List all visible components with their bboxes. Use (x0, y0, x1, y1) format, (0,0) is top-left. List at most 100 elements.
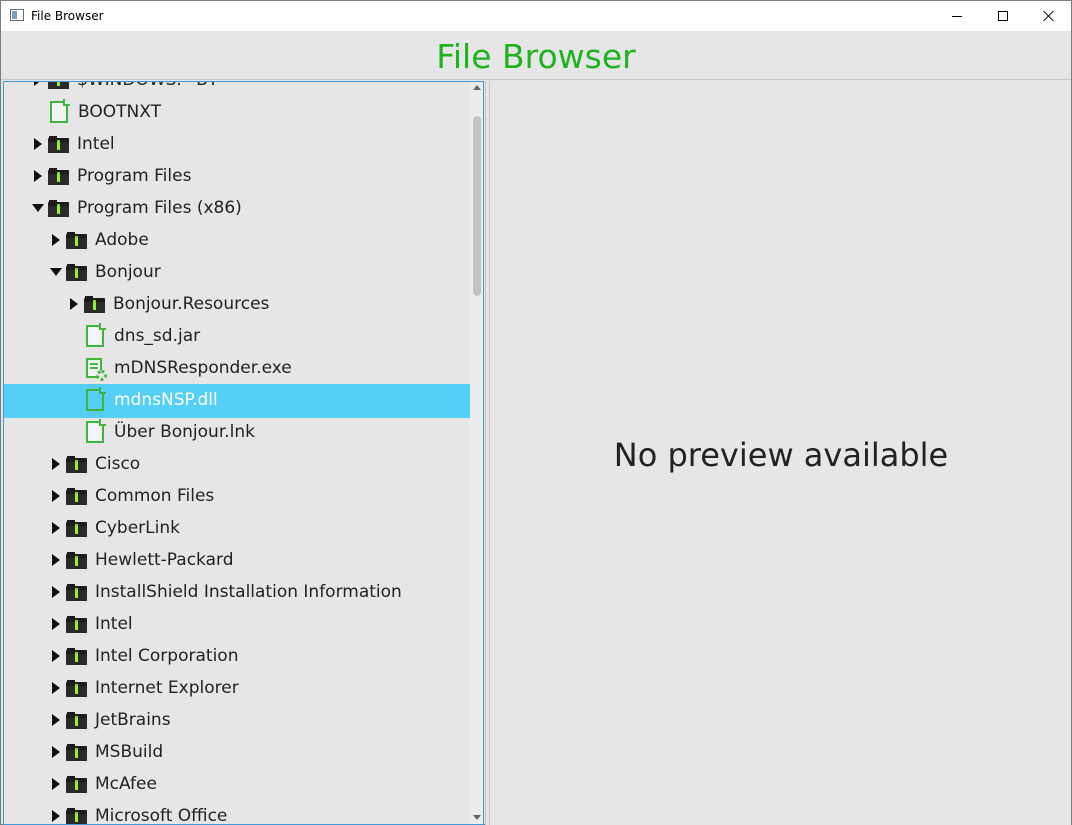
tree-item-label: Bonjour.Resources (113, 294, 270, 314)
tree-item-label: Program Files (77, 166, 192, 186)
folder-icon (66, 744, 87, 761)
tree-item-label: Cisco (95, 454, 141, 474)
tree-folder-row[interactable]: Intel (4, 608, 470, 640)
maximize-button[interactable] (980, 1, 1026, 31)
tree-folder-row[interactable]: $WINDOWS.~BT (4, 82, 470, 96)
file-tree-pane[interactable]: $WINDOWS.~BT BOOTNXT Intel Program Files Pro… (3, 81, 484, 825)
tree-item-label: Bonjour (95, 262, 161, 282)
preview-pane: No preview available (489, 81, 1071, 825)
close-button[interactable] (1026, 1, 1072, 31)
folder-icon (66, 680, 87, 697)
tree-item-label: dns_sd.jar (114, 326, 201, 346)
tree-folder-row[interactable]: Microsoft Office (4, 800, 470, 825)
window-title: File Browser (31, 9, 104, 23)
tree-folder-row[interactable]: Intel Corporation (4, 640, 470, 672)
tree-item-label: Über Bonjour.lnk (114, 422, 255, 442)
app-window-icon (10, 9, 24, 21)
tree-item-label: CyberLink (95, 518, 180, 538)
expand-down-arrow-icon[interactable] (50, 268, 62, 276)
collapse-right-arrow-icon[interactable] (52, 682, 60, 694)
folder-icon (66, 264, 87, 281)
tree-folder-row[interactable]: Cisco (4, 448, 470, 480)
tree-folder-row[interactable]: CyberLink (4, 512, 470, 544)
minimize-button[interactable] (934, 1, 980, 31)
collapse-right-arrow-icon[interactable] (34, 170, 42, 182)
file-icon (86, 387, 106, 411)
collapse-right-arrow-icon[interactable] (52, 234, 60, 246)
tree-folder-row[interactable]: Program Files (4, 160, 470, 192)
tree-item-label: MSBuild (95, 742, 164, 762)
folder-icon (48, 200, 69, 217)
tree-vertical-scrollbar[interactable] (470, 82, 483, 824)
file-icon (86, 419, 106, 443)
collapse-right-arrow-icon[interactable] (52, 650, 60, 662)
maximize-icon (998, 11, 1008, 21)
folder-icon (66, 616, 87, 633)
tree-file-row[interactable]: BOOTNXT (4, 96, 470, 128)
tree-item-label: InstallShield Installation Information (95, 582, 402, 602)
scroll-up-arrow-icon[interactable] (473, 85, 481, 90)
tree-item-label: McAfee (95, 774, 157, 794)
tree-folder-row[interactable]: Hewlett-Packard (4, 544, 470, 576)
folder-icon (48, 168, 69, 185)
folder-icon (66, 232, 87, 249)
page-title: File Browser (436, 37, 636, 76)
folder-icon (48, 136, 69, 153)
collapse-right-arrow-icon[interactable] (52, 554, 60, 566)
folder-icon (66, 648, 87, 665)
collapse-right-arrow-icon[interactable] (52, 522, 60, 534)
title-bar[interactable]: File Browser (1, 1, 1071, 31)
collapse-right-arrow-icon[interactable] (34, 138, 42, 150)
minimize-icon (952, 15, 962, 17)
collapse-right-arrow-icon[interactable] (34, 82, 42, 86)
folder-icon (66, 808, 87, 824)
tree-folder-row[interactable]: Bonjour (4, 256, 470, 288)
scroll-down-arrow-icon[interactable] (473, 815, 481, 820)
tree-folder-row[interactable]: InstallShield Installation Information (4, 576, 470, 608)
tree-item-label: Microsoft Office (95, 806, 228, 825)
tree-folder-row[interactable]: MSBuild (4, 736, 470, 768)
collapse-right-arrow-icon[interactable] (52, 490, 60, 502)
file-icon (86, 323, 106, 347)
tree-item-label: mdnsNSP.dll (114, 390, 218, 410)
tree-folder-row[interactable]: Bonjour.Resources (4, 288, 470, 320)
tree-folder-row[interactable]: Adobe (4, 224, 470, 256)
collapse-right-arrow-icon[interactable] (52, 586, 60, 598)
preview-message: No preview available (613, 436, 949, 474)
collapse-right-arrow-icon[interactable] (52, 618, 60, 630)
collapse-right-arrow-icon[interactable] (52, 714, 60, 726)
tree-item-label: Intel (77, 134, 115, 154)
collapse-right-arrow-icon[interactable] (52, 458, 60, 470)
scroll-thumb[interactable] (473, 116, 481, 296)
tree-item-label: Internet Explorer (95, 678, 239, 698)
file-icon (50, 99, 70, 123)
tree-item-label: Common Files (95, 486, 215, 506)
tree-folder-row[interactable]: Common Files (4, 480, 470, 512)
tree-item-label: BOOTNXT (78, 102, 161, 122)
tree-folder-row[interactable]: Intel (4, 128, 470, 160)
file-browser-window: File Browser File Browser $WINDOWS.~BT BO… (0, 0, 1072, 825)
tree-file-row[interactable]: mDNSResponder.exe (4, 352, 470, 384)
collapse-right-arrow-icon[interactable] (52, 746, 60, 758)
tree-folder-row[interactable]: McAfee (4, 768, 470, 800)
tree-item-label: Hewlett-Packard (95, 550, 234, 570)
folder-icon (66, 584, 87, 601)
collapse-right-arrow-icon[interactable] (52, 810, 60, 822)
tree-folder-row[interactable]: JetBrains (4, 704, 470, 736)
collapse-right-arrow-icon[interactable] (70, 298, 78, 310)
collapse-right-arrow-icon[interactable] (52, 778, 60, 790)
tree-item-label: $WINDOWS.~BT (77, 82, 218, 90)
expand-down-arrow-icon[interactable] (32, 204, 44, 212)
tree-file-row[interactable]: mdnsNSP.dll (4, 384, 470, 418)
tree-folder-row[interactable]: Program Files (x86) (4, 192, 470, 224)
tree-file-row[interactable]: Über Bonjour.lnk (4, 416, 470, 448)
tree-item-label: mDNSResponder.exe (114, 358, 292, 378)
app-header: File Browser (1, 31, 1071, 80)
close-icon (1043, 10, 1055, 22)
folder-icon (66, 456, 87, 473)
folder-icon (66, 520, 87, 537)
file-tree: $WINDOWS.~BT BOOTNXT Intel Program Files Pro… (4, 82, 470, 824)
tree-item-label: JetBrains (95, 710, 171, 730)
tree-file-row[interactable]: dns_sd.jar (4, 320, 470, 352)
tree-folder-row[interactable]: Internet Explorer (4, 672, 470, 704)
